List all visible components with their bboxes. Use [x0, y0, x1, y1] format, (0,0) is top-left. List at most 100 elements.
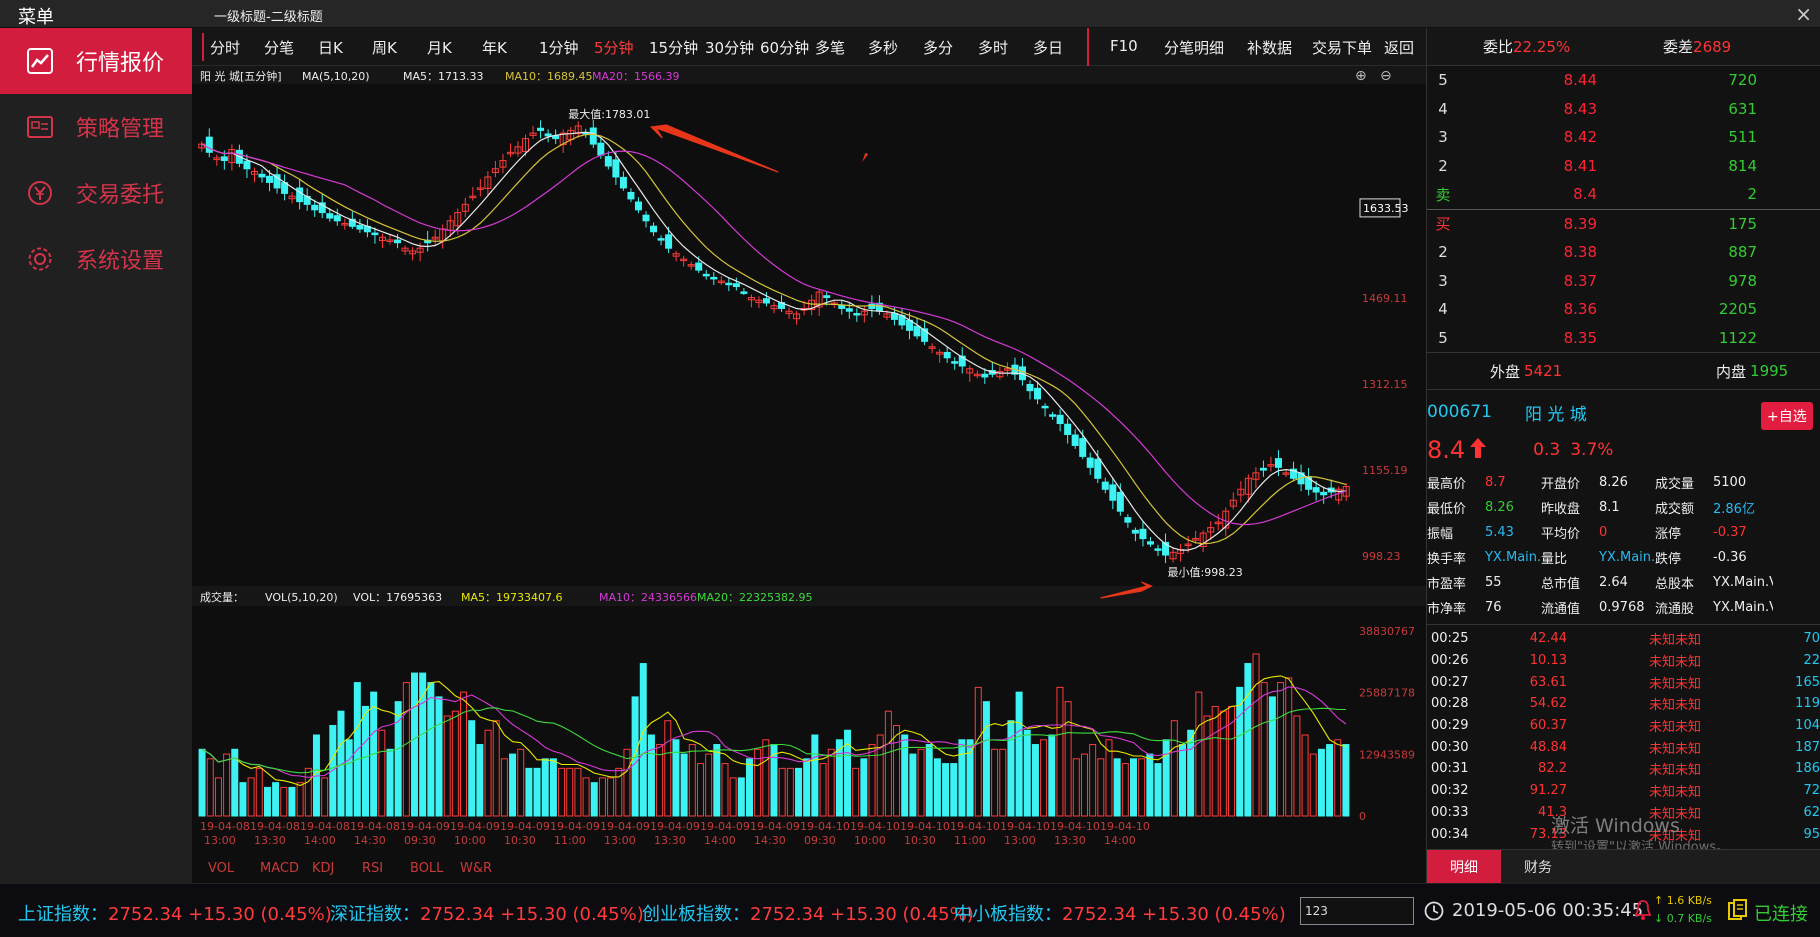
period-tab-11[interactable]: 多笔 — [815, 37, 845, 58]
candle — [220, 156, 228, 162]
volume-bar — [639, 663, 647, 817]
stat-label: 成交额 — [1655, 502, 1695, 517]
volume-bar — [549, 758, 557, 817]
period-tab-12[interactable]: 多秒 — [868, 37, 898, 58]
period-tab-5[interactable]: 年K — [482, 37, 507, 58]
zoom-out-icon[interactable]: ⊖ — [1380, 68, 1392, 84]
candle — [913, 325, 921, 337]
stock-change-pct: 3.7% — [1570, 440, 1614, 460]
period-tab-10[interactable]: 60分钟 — [760, 37, 809, 58]
orderbook-asks: 5 8.44 720 4 8.43 631 3 8.42 511 2 8.41 814 卖 8.4 2 — [1427, 66, 1820, 209]
indicator-tab[interactable]: W&R — [460, 861, 492, 876]
tick-row[interactable]: 00:26 10.13 未知未知 22 — [1427, 650, 1820, 672]
sidebar-item-quotes[interactable]: 行情报价 — [0, 28, 192, 94]
period-tab-13[interactable]: 多分 — [923, 37, 953, 58]
tick-row[interactable]: 00:27 63.61 未知未知 165 — [1427, 671, 1820, 693]
period-tab-0[interactable]: 分时 — [210, 37, 240, 58]
tick-row[interactable]: 00:25 42.44 未知未知 70 — [1427, 628, 1820, 650]
orderbook-row[interactable]: 2 8.38 887 — [1427, 238, 1820, 267]
volume-bar — [476, 744, 484, 817]
tick-row[interactable]: 00:30 48.84 未知未知 187 — [1427, 736, 1820, 758]
menu-button[interactable]: 菜单 — [18, 3, 54, 29]
orderbook-row[interactable]: 5 8.44 720 — [1427, 66, 1820, 95]
search-input[interactable] — [1300, 897, 1414, 925]
stat-label: 跌停 — [1655, 552, 1682, 567]
close-icon[interactable]: × — [1795, 2, 1812, 26]
tick-volume: 104 — [1795, 718, 1820, 734]
vol-ma5-value: MA5：19733407.6 — [461, 591, 563, 604]
volume-bar — [525, 767, 533, 817]
price: 8.36 — [1563, 300, 1597, 319]
x-axis-time: 14:00 — [704, 834, 736, 847]
orderbook-row[interactable]: 2 8.41 814 — [1427, 152, 1820, 181]
tick-time: 00:31 — [1431, 761, 1469, 777]
stat-value: YX.Main.V — [1713, 575, 1773, 590]
kline-chart[interactable]: 阳 光 城[五分钟] MA(5,10,20) MA5：1713.33 MA10：168… — [192, 66, 1426, 883]
period-tab-18[interactable]: 补数据 — [1247, 37, 1292, 58]
orderbook-row[interactable]: 4 8.36 2205 — [1427, 295, 1820, 324]
indicator-tab[interactable]: BOLL — [410, 861, 444, 876]
vol-title: 成交量： — [200, 590, 244, 604]
orderbook-row[interactable]: 买 8.39 175 — [1427, 210, 1820, 239]
candle — [695, 262, 703, 271]
indicator-tab[interactable]: KDJ — [312, 861, 334, 876]
tick-row[interactable]: 00:32 91.27 未知未知 72 — [1427, 780, 1820, 802]
x-axis-time: 13:00 — [604, 834, 636, 847]
period-tab-20[interactable]: 返回 — [1384, 37, 1414, 58]
level: 4 — [1438, 300, 1448, 319]
index-shanghai[interactable]: 上证指数：2752.34 +15.30 (0.45%) — [18, 900, 332, 926]
level: 5 — [1438, 71, 1448, 90]
period-tab-7[interactable]: 5分钟 — [594, 37, 634, 58]
stat-value: 8.26 — [1485, 500, 1514, 515]
volume-bar — [982, 701, 990, 817]
orderbook-row[interactable]: 3 8.37 978 — [1427, 267, 1820, 296]
sidebar-item-settings[interactable]: 系统设置 — [0, 226, 192, 292]
tick-row[interactable]: 00:29 60.37 未知未知 104 — [1427, 715, 1820, 737]
tab-finance[interactable]: 财务 — [1501, 850, 1575, 884]
indicator-tab[interactable]: RSI — [362, 861, 383, 876]
add-watchlist-button[interactable]: +自选 — [1761, 402, 1813, 430]
sidebar-item-trade[interactable]: 交易委托 — [0, 160, 192, 226]
period-tab-1[interactable]: 分笔 — [264, 37, 294, 58]
stat-label: 最高价 — [1427, 477, 1467, 492]
candle — [725, 282, 733, 286]
indicator-tab[interactable]: VOL — [208, 861, 235, 876]
indicator-tab[interactable]: MACD — [260, 861, 299, 876]
vol-ma20-value: MA20：22325382.95 — [697, 591, 813, 604]
tab-detail[interactable]: 明细 — [1427, 849, 1501, 883]
tick-volume: 62 — [1803, 804, 1820, 820]
period-tab-9[interactable]: 30分钟 — [705, 37, 754, 58]
orderbook-row[interactable]: 3 8.42 511 — [1427, 123, 1820, 152]
orderbook-row[interactable]: 4 8.43 631 — [1427, 95, 1820, 124]
x-axis-date: 19-04-09 — [450, 820, 500, 833]
tick-price: 42.44 — [1529, 631, 1567, 647]
index-sme[interactable]: 中小板指数：2752.34 +15.30 (0.45%) — [954, 900, 1286, 926]
weibi-value: 22.25% — [1513, 37, 1571, 56]
x-axis-time: 13:30 — [1054, 834, 1086, 847]
x-axis-date: 19-04-09 — [700, 820, 750, 833]
period-tab-16[interactable]: F10 — [1110, 37, 1138, 55]
period-tab-17[interactable]: 分笔明细 — [1164, 37, 1224, 58]
sidebar-item-strategy[interactable]: 策略管理 — [0, 94, 192, 160]
period-tab-3[interactable]: 周K — [372, 37, 397, 58]
index-chinext[interactable]: 创业板指数：2752.34 +15.30 (0.45%) — [642, 900, 974, 926]
connection-icon — [1728, 899, 1748, 925]
x-axis-time: 10:30 — [904, 834, 936, 847]
period-tab-6[interactable]: 1分钟 — [539, 37, 579, 58]
tick-row[interactable]: 00:28 54.62 未知未知 119 — [1427, 693, 1820, 715]
period-tab-15[interactable]: 多日 — [1033, 37, 1063, 58]
period-tab-14[interactable]: 多时 — [978, 37, 1008, 58]
orderbook-row[interactable]: 5 8.35 1122 — [1427, 324, 1820, 353]
zoom-in-icon[interactable]: ⊕ — [1355, 68, 1367, 84]
period-tab-4[interactable]: 月K — [427, 37, 452, 58]
candle — [1131, 529, 1139, 534]
period-tab-2[interactable]: 日K — [318, 37, 343, 58]
weicha-label: 委差 — [1663, 38, 1694, 56]
level: 买 — [1435, 215, 1451, 234]
tick-row[interactable]: 00:31 82.2 未知未知 186 — [1427, 758, 1820, 780]
index-shenzhen[interactable]: 深证指数：2752.34 +15.30 (0.45%) — [330, 900, 644, 926]
orderbook-row[interactable]: 卖 8.4 2 — [1427, 180, 1820, 209]
period-tab-19[interactable]: 交易下单 — [1312, 37, 1372, 58]
period-tab-8[interactable]: 15分钟 — [649, 37, 698, 58]
x-axis-date: 19-04-08 — [200, 820, 250, 833]
